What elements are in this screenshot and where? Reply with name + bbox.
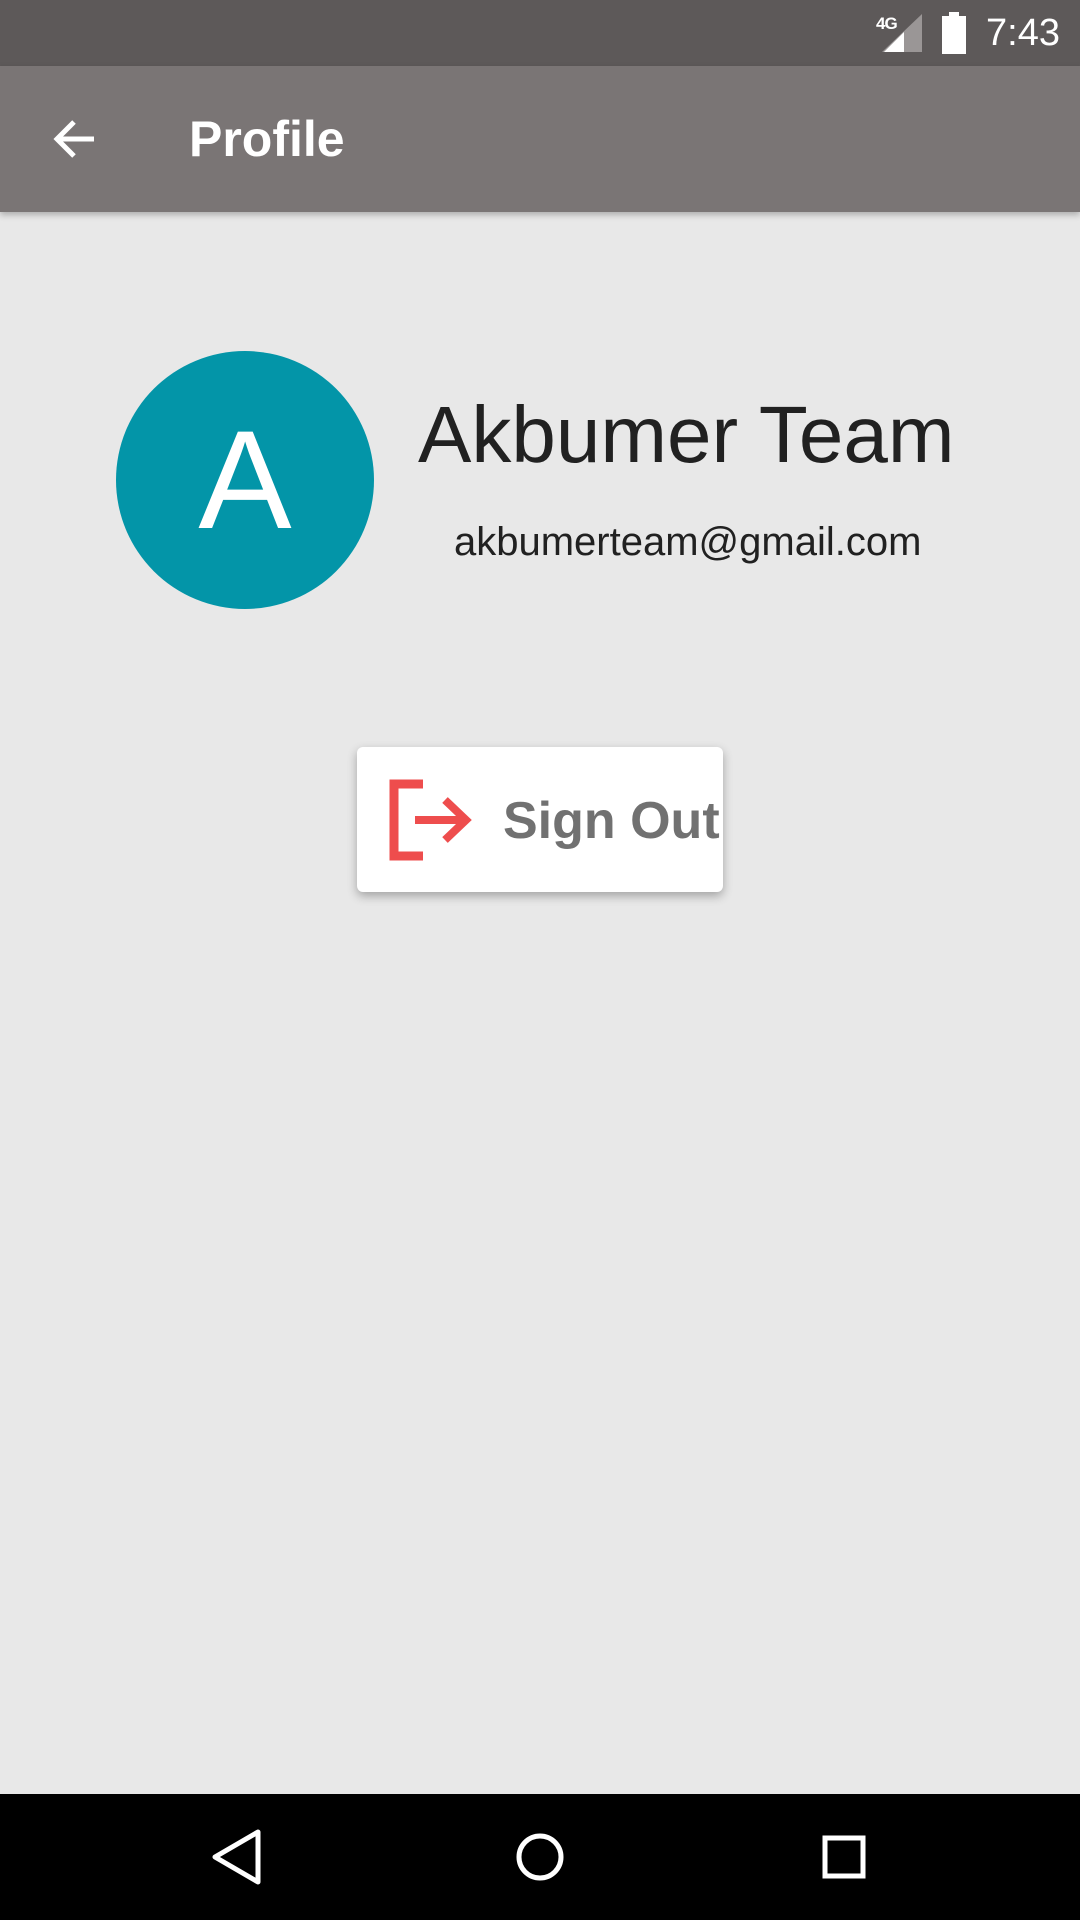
profile-email: akbumerteam@gmail.com	[454, 520, 922, 564]
nav-back-icon[interactable]	[203, 1822, 273, 1892]
navigation-bar	[0, 1794, 1080, 1920]
page-title: Profile	[189, 111, 345, 167]
cellular-signal-icon	[882, 14, 922, 52]
avatar: A	[116, 351, 374, 609]
status-bar: 4G 7:43	[0, 0, 1080, 66]
arrow-back-icon	[53, 120, 94, 158]
back-button[interactable]	[28, 93, 120, 185]
status-clock: 7:43	[986, 12, 1060, 54]
nav-recents-icon[interactable]	[809, 1822, 879, 1892]
sign-out-label: Sign Out	[503, 792, 720, 850]
logout-icon	[389, 779, 472, 861]
profile-screen: 4G 7:43 Profile A Akbumer Team akbumerte…	[0, 0, 1080, 1920]
nav-home-icon[interactable]	[505, 1822, 575, 1892]
battery-icon	[942, 12, 966, 54]
profile-name: Akbumer Team	[418, 390, 955, 479]
app-bar: Profile	[0, 66, 1080, 212]
sign-out-button[interactable]: Sign Out	[357, 747, 723, 892]
avatar-initial: A	[198, 401, 292, 558]
